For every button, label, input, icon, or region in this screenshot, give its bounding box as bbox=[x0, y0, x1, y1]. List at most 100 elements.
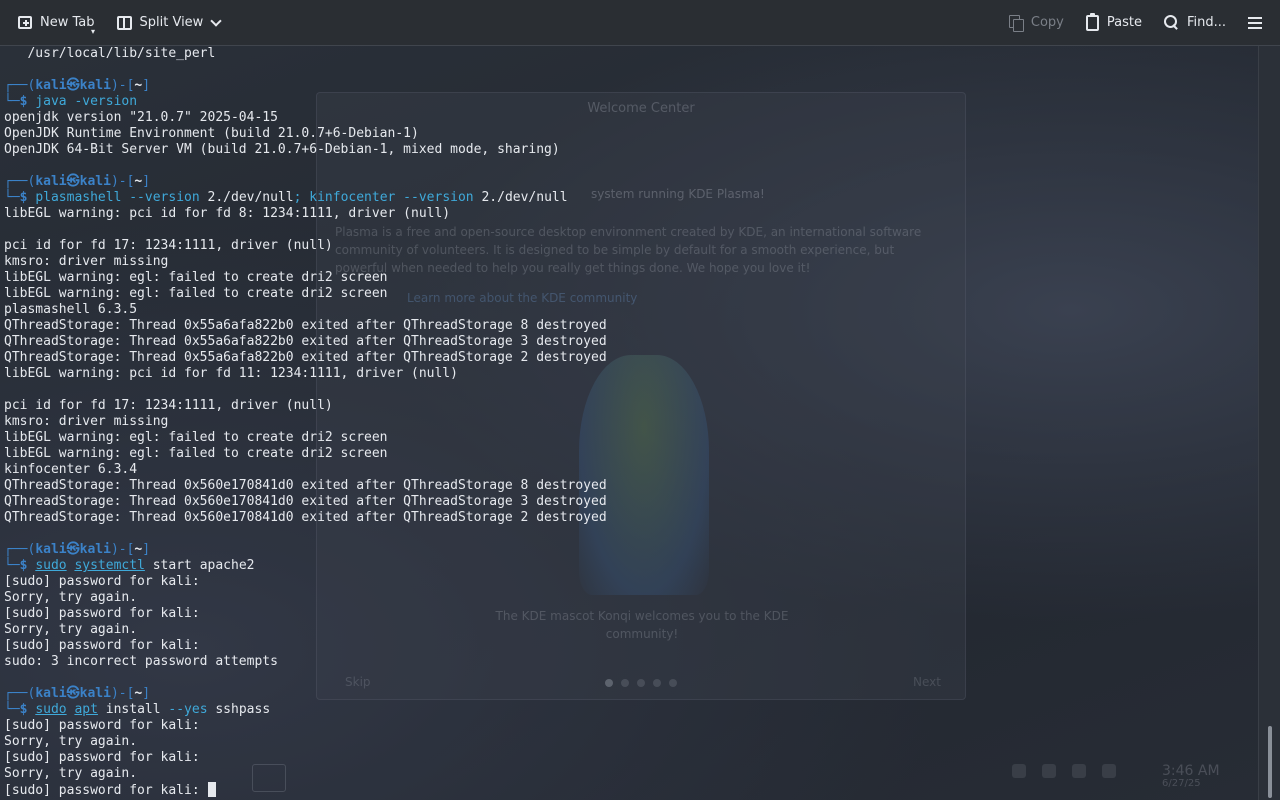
terminal-line: libEGL warning: pci id for fd 8: 1234:11… bbox=[4, 206, 451, 221]
prompt-frame: ┌──( bbox=[4, 686, 36, 701]
paste-label: Paste bbox=[1106, 15, 1142, 30]
chevron-down-icon bbox=[211, 18, 221, 28]
new-tab-button[interactable]: New Tab bbox=[10, 8, 103, 38]
copy-button[interactable]: Copy bbox=[1001, 8, 1072, 38]
split-view-label: Split View bbox=[139, 15, 204, 30]
prompt-frame: )-[ bbox=[110, 174, 135, 189]
prompt-frame: ] bbox=[142, 78, 151, 93]
terminal-line: [sudo] password for kali: bbox=[4, 574, 200, 589]
prompt-frame: └─ bbox=[4, 702, 20, 717]
command-line: └─$ sudo systemctl start apache2 bbox=[4, 558, 607, 574]
prompt-dollar: $ bbox=[19, 94, 36, 109]
copy-label: Copy bbox=[1030, 15, 1064, 30]
prompt-dollar: $ bbox=[19, 558, 36, 573]
prompt-frame: )-[ bbox=[110, 686, 135, 701]
new-tab-icon bbox=[18, 16, 32, 29]
command-line: └─$ java -version bbox=[4, 94, 607, 110]
prompt-line: ┌──(kali㉿kali)-[~] bbox=[4, 174, 607, 190]
hamburger-menu-button[interactable] bbox=[1240, 8, 1270, 38]
terminal-line: libEGL warning: egl: failed to create dr… bbox=[4, 286, 388, 301]
command-token: --version bbox=[121, 190, 200, 205]
terminal-line: [sudo] password for kali: bbox=[4, 718, 200, 733]
hamburger-menu-icon bbox=[1248, 16, 1262, 29]
terminal-lines: /usr/local/lib/site_perl ┌──(kali㉿kali)-… bbox=[4, 46, 607, 798]
prompt-frame: ] bbox=[142, 174, 151, 189]
command-token: install bbox=[97, 702, 161, 717]
paste-button[interactable]: Paste bbox=[1078, 8, 1150, 38]
new-tab-dropdown-icon[interactable]: ▾ bbox=[91, 27, 95, 36]
terminal-scrollbar[interactable] bbox=[1258, 46, 1280, 800]
terminal-line: OpenJDK 64-Bit Server VM (build 21.0.7+6… bbox=[4, 142, 560, 157]
command-token: systemctl bbox=[74, 558, 145, 573]
split-view-button[interactable]: Split View bbox=[109, 8, 230, 38]
prompt-line: ┌──(kali㉿kali)-[~] bbox=[4, 78, 607, 94]
split-view-icon bbox=[116, 15, 132, 30]
terminal-line: libEGL warning: egl: failed to create dr… bbox=[4, 446, 388, 461]
sudo-password-prompt: [sudo] password for kali: bbox=[4, 783, 208, 798]
command-line: └─$ plasmashell --version 2./dev/null; k… bbox=[4, 190, 607, 206]
command-line: └─$ sudo apt install --yes sshpass bbox=[4, 702, 607, 718]
prompt-frame: )-[ bbox=[110, 542, 135, 557]
prompt-frame: ┌──( bbox=[4, 174, 36, 189]
find-button[interactable]: Find... bbox=[1156, 8, 1234, 38]
command-token: --yes bbox=[160, 702, 208, 717]
prompt-dollar: $ bbox=[19, 702, 36, 717]
prompt-frame: ┌──( bbox=[4, 542, 36, 557]
command-token: kinfocenter bbox=[301, 190, 396, 205]
command-token: sudo bbox=[35, 558, 67, 573]
command-token: sudo bbox=[35, 702, 67, 717]
prompt-dollar: $ bbox=[19, 190, 36, 205]
active-input-line: [sudo] password for kali: bbox=[4, 782, 607, 798]
find-label: Find... bbox=[1186, 15, 1226, 30]
command-token: 2./dev/null bbox=[199, 190, 294, 205]
text-cursor bbox=[207, 782, 216, 797]
prompt-frame: ┌──( bbox=[4, 78, 36, 93]
terminal-output[interactable]: /usr/local/lib/site_perl ┌──(kali㉿kali)-… bbox=[0, 46, 1258, 800]
prompt-frame: ] bbox=[142, 686, 151, 701]
scrollbar-thumb[interactable] bbox=[1268, 726, 1272, 798]
terminal-line: libEGL warning: egl: failed to create dr… bbox=[4, 430, 388, 445]
command-token: java bbox=[35, 94, 67, 109]
prompt-frame: ] bbox=[142, 542, 151, 557]
terminal-line: Sorry, try again. bbox=[4, 590, 138, 605]
command-token: plasmashell bbox=[35, 190, 122, 205]
terminal-line: Sorry, try again. bbox=[4, 766, 138, 781]
command-token: -version bbox=[66, 94, 138, 109]
terminal-line: QThreadStorage: Thread 0x560e170841d0 ex… bbox=[4, 510, 607, 525]
prompt-user-host: kali㉿kali bbox=[35, 686, 111, 701]
terminal-line: libEGL warning: pci id for fd 11: 1234:1… bbox=[4, 366, 458, 381]
terminal-line: /usr/local/lib/site_perl bbox=[4, 46, 216, 61]
terminal-line: Sorry, try again. bbox=[4, 734, 138, 749]
terminal-line: QThreadStorage: Thread 0x55a6afa822b0 ex… bbox=[4, 318, 607, 333]
terminal-line: plasmashell 6.3.5 bbox=[4, 302, 138, 317]
prompt-user-host: kali㉿kali bbox=[35, 174, 111, 189]
prompt-frame: └─ bbox=[4, 558, 20, 573]
search-icon bbox=[1163, 15, 1179, 30]
terminal-line: QThreadStorage: Thread 0x560e170841d0 ex… bbox=[4, 478, 607, 493]
command-token: --version bbox=[395, 190, 474, 205]
terminal-line: QThreadStorage: Thread 0x55a6afa822b0 ex… bbox=[4, 350, 607, 365]
terminal-line: libEGL warning: egl: failed to create dr… bbox=[4, 270, 388, 285]
terminal-line: openjdk version "21.0.7" 2025-04-15 bbox=[4, 110, 278, 125]
prompt-frame: )-[ bbox=[110, 78, 135, 93]
prompt-user-host: kali㉿kali bbox=[35, 542, 111, 557]
terminal-line: [sudo] password for kali: bbox=[4, 750, 200, 765]
terminal-line: kmsro: driver missing bbox=[4, 254, 169, 269]
terminal-line: kinfocenter 6.3.4 bbox=[4, 462, 138, 477]
terminal-line: QThreadStorage: Thread 0x55a6afa822b0 ex… bbox=[4, 334, 607, 349]
command-token: start apache2 bbox=[144, 558, 255, 573]
terminal-line: [sudo] password for kali: bbox=[4, 606, 200, 621]
terminal-line: QThreadStorage: Thread 0x560e170841d0 ex… bbox=[4, 494, 607, 509]
terminal-line: [sudo] password for kali: bbox=[4, 638, 200, 653]
prompt-user-host: kali㉿kali bbox=[35, 78, 111, 93]
terminal-line: OpenJDK Runtime Environment (build 21.0.… bbox=[4, 126, 419, 141]
terminal-line: kmsro: driver missing bbox=[4, 414, 169, 429]
command-token: 2./dev/null bbox=[473, 190, 568, 205]
paste-icon bbox=[1085, 12, 1099, 31]
terminal-line: pci id for fd 17: 1234:1111, driver (nul… bbox=[4, 398, 333, 413]
